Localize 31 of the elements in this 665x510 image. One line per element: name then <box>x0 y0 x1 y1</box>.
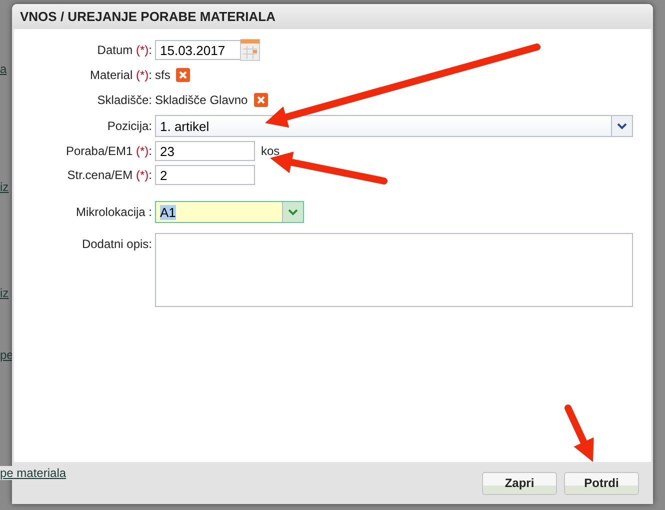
field-label: Pozicija: <box>106 119 153 133</box>
field-label: Material (*): <box>88 68 153 82</box>
dialog-title: VNOS / UREJANJE PORABE MATERIALA <box>20 9 276 24</box>
remove-icon[interactable] <box>254 93 268 107</box>
chevron-down-icon <box>617 122 627 130</box>
field-value: sfs <box>155 68 170 82</box>
select-field[interactable]: 1. artikel <box>155 115 633 137</box>
input-field[interactable]: 23 <box>155 141 255 161</box>
background-link[interactable]: iz <box>0 286 14 348</box>
unit-label: kos <box>261 144 280 158</box>
input-field[interactable]: 2 <box>155 165 255 185</box>
field-label: Skladišče: <box>96 93 153 107</box>
field-label: Poraba/EM1 (*): <box>64 144 153 158</box>
combo-field[interactable]: A1 <box>155 201 304 223</box>
date-field[interactable]: 15.03.2017 <box>155 40 241 60</box>
field-label: Str.cena/EM (*): <box>66 168 153 182</box>
field-label: Mikrolokacija : <box>74 205 153 219</box>
calendar-icon[interactable] <box>240 39 260 61</box>
background-link[interactable]: pe <box>0 348 14 378</box>
field-value: Skladišče Glavno <box>155 93 248 107</box>
chevron-down-icon <box>288 208 298 216</box>
close-button[interactable]: Zapri <box>482 472 557 494</box>
background-link[interactable]: a <box>0 62 14 180</box>
background-link[interactable]: iz <box>0 180 14 286</box>
annotation-arrow <box>564 404 594 462</box>
remove-icon[interactable] <box>176 68 190 82</box>
confirm-button[interactable]: Potrdi <box>564 472 639 494</box>
textarea-field[interactable] <box>155 233 633 307</box>
field-label: Dodatni opis: <box>80 237 153 251</box>
background-link[interactable]: pe materiala <box>0 466 68 480</box>
field-label: Datum (*): <box>96 43 153 57</box>
